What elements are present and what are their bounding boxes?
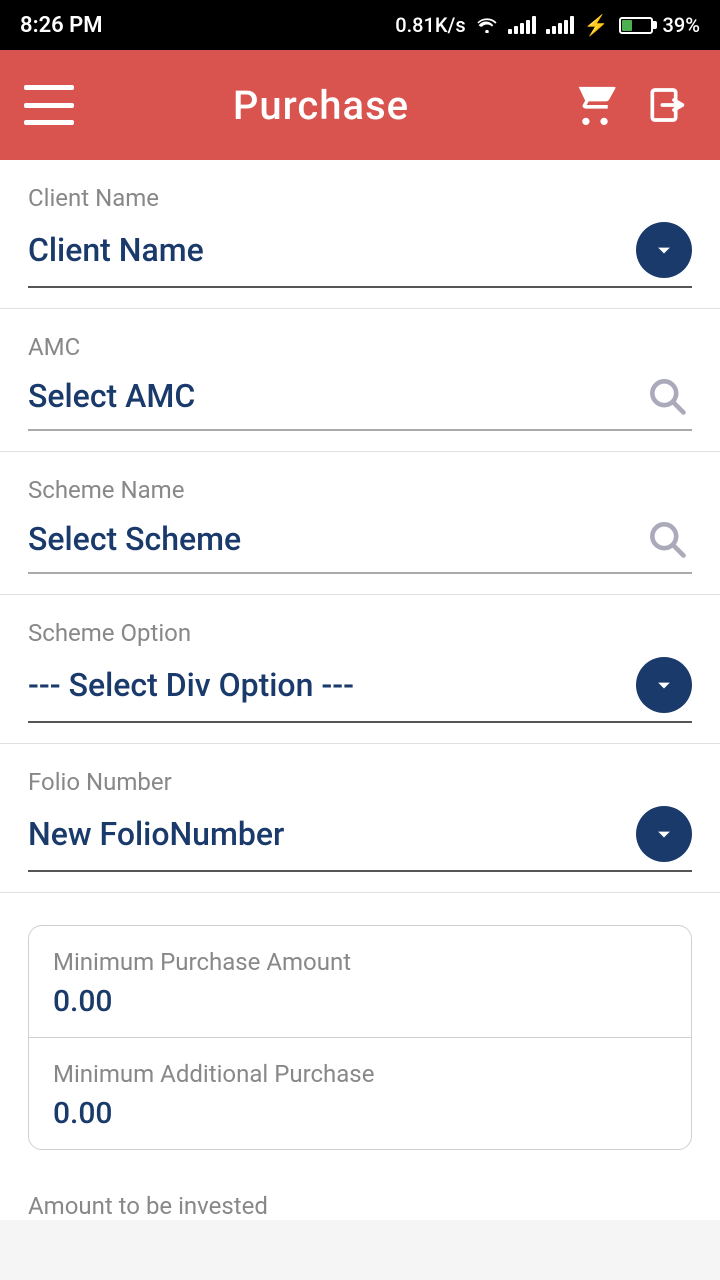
wifi-icon	[476, 17, 498, 33]
client-name-label: Client Name	[28, 184, 692, 212]
cart-button[interactable]	[568, 78, 622, 132]
logout-button[interactable]	[642, 78, 696, 132]
chevron-down-icon	[650, 820, 678, 848]
menu-line-3	[24, 120, 74, 125]
amount-label: Amount to be invested	[28, 1192, 692, 1220]
scheme-option-field: Scheme Option --- Select Div Option ---	[0, 595, 720, 744]
status-icons: 0.81K/s ⚡ 39%	[395, 13, 700, 37]
min-purchase-label: Minimum Purchase Amount	[53, 948, 667, 976]
scheme-name-field: Scheme Name Select Scheme	[0, 452, 720, 595]
folio-number-dropdown[interactable]	[636, 806, 692, 862]
client-name-value: Client Name	[28, 231, 204, 269]
client-name-row[interactable]: Client Name	[28, 222, 692, 288]
form-content: Client Name Client Name AMC Select AMC S…	[0, 160, 720, 1220]
signal-bars-1	[508, 16, 536, 34]
cart-icon	[573, 85, 617, 125]
scheme-name-placeholder: Select Scheme	[28, 520, 241, 558]
status-time: 8:26 PM	[20, 13, 103, 38]
battery-indicator	[619, 17, 653, 34]
client-name-dropdown[interactable]	[636, 222, 692, 278]
min-purchase-value: 0.00	[53, 984, 667, 1019]
menu-line-2	[24, 103, 74, 108]
chevron-down-icon	[650, 671, 678, 699]
search-icon	[645, 374, 689, 418]
menu-button[interactable]	[24, 85, 74, 125]
search-icon	[645, 517, 689, 561]
scheme-option-dropdown[interactable]	[636, 657, 692, 713]
min-purchase-row: Minimum Purchase Amount 0.00	[29, 926, 691, 1038]
scheme-name-label: Scheme Name	[28, 476, 692, 504]
folio-number-label: Folio Number	[28, 768, 692, 796]
scheme-option-value: --- Select Div Option ---	[28, 666, 354, 704]
scheme-option-label: Scheme Option	[28, 619, 692, 647]
amc-label: AMC	[28, 333, 692, 361]
amc-placeholder: Select AMC	[28, 377, 195, 415]
scheme-option-row[interactable]: --- Select Div Option ---	[28, 657, 692, 723]
min-additional-label: Minimum Additional Purchase	[53, 1060, 667, 1088]
folio-number-row[interactable]: New FolioNumber	[28, 806, 692, 872]
status-bar: 8:26 PM 0.81K/s ⚡ 39	[0, 0, 720, 50]
app-bar-actions	[568, 78, 696, 132]
signal-bars-2	[546, 16, 574, 34]
charging-icon: ⚡	[584, 13, 609, 37]
min-additional-row: Minimum Additional Purchase 0.00	[29, 1038, 691, 1149]
folio-number-field: Folio Number New FolioNumber	[0, 744, 720, 893]
chevron-down-icon	[650, 236, 678, 264]
amc-row[interactable]: Select AMC	[28, 371, 692, 431]
network-speed: 0.81K/s	[395, 13, 465, 37]
amc-search-button[interactable]	[642, 371, 692, 421]
scheme-name-row[interactable]: Select Scheme	[28, 514, 692, 574]
scheme-search-button[interactable]	[642, 514, 692, 564]
client-name-field: Client Name Client Name	[0, 160, 720, 309]
amount-section: Amount to be invested	[0, 1182, 720, 1220]
amc-field: AMC Select AMC	[0, 309, 720, 452]
logout-icon	[647, 85, 691, 125]
battery-percent: 39%	[663, 13, 700, 37]
folio-number-value: New FolioNumber	[28, 815, 284, 853]
app-bar: Purchase	[0, 50, 720, 160]
page-title: Purchase	[74, 82, 568, 129]
min-additional-value: 0.00	[53, 1096, 667, 1131]
menu-line-1	[24, 85, 74, 90]
info-card: Minimum Purchase Amount 0.00 Minimum Add…	[28, 925, 692, 1150]
